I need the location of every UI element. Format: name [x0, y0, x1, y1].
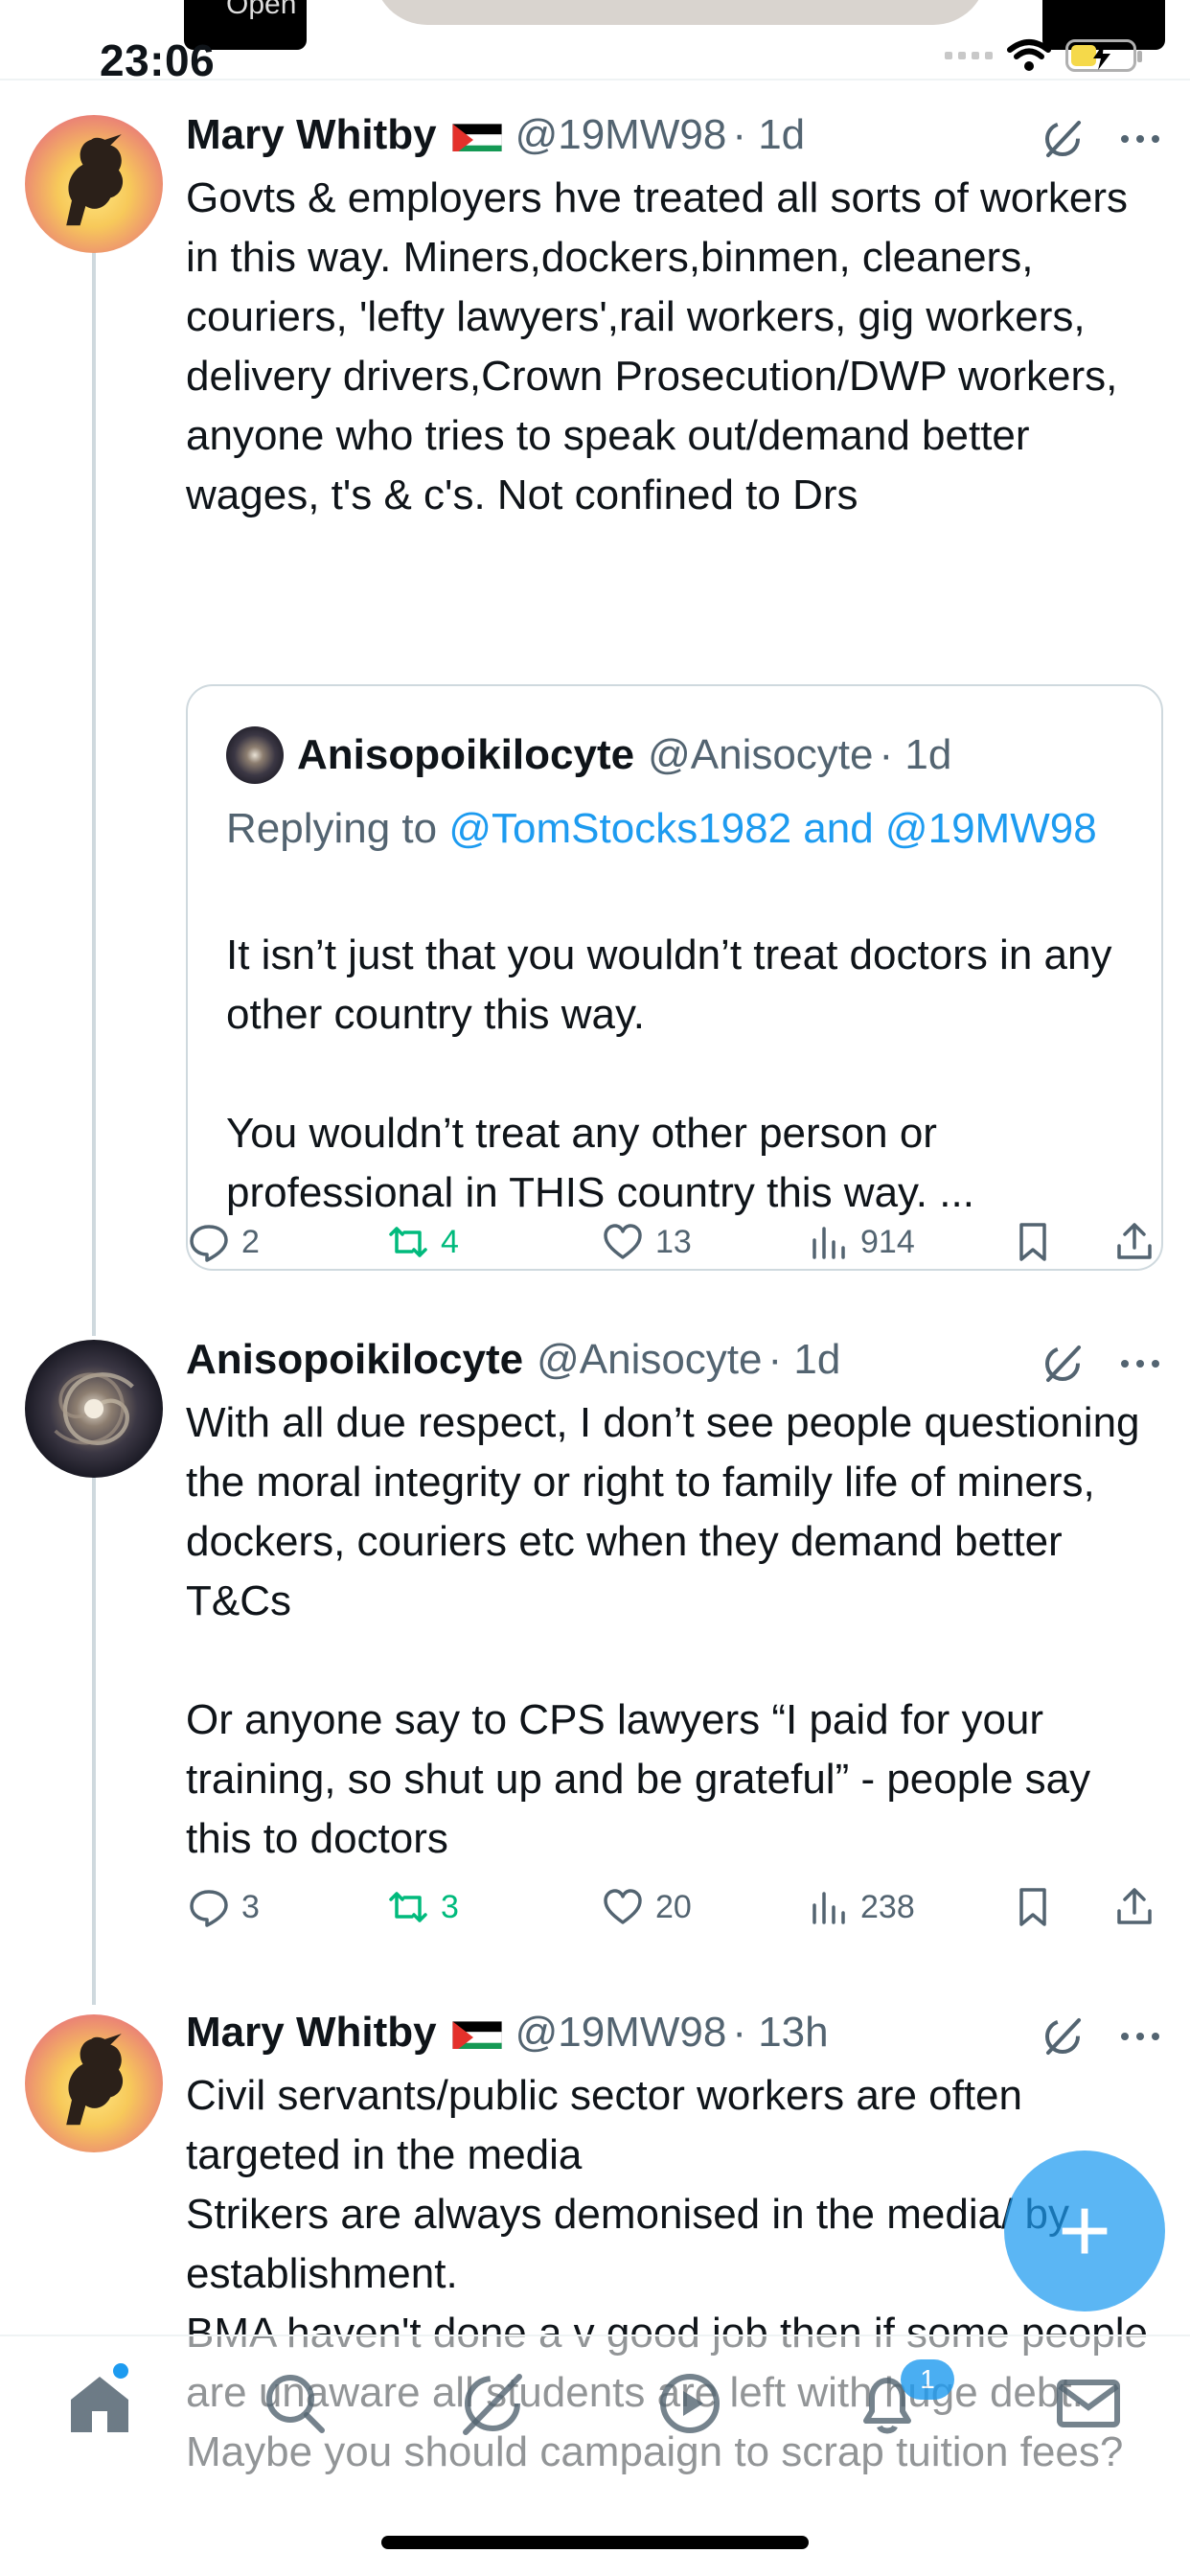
like-count: 20	[655, 1888, 692, 1925]
repost-button[interactable]: 4	[385, 1219, 459, 1265]
compose-button[interactable]: +	[1004, 2150, 1165, 2312]
views-button[interactable]: 914	[805, 1219, 915, 1265]
tweet[interactable]: Mary Whitby @19MW98 · 1d Govts & employe…	[0, 80, 1190, 1317]
repost-count: 3	[441, 1888, 459, 1925]
avatar[interactable]	[25, 1340, 163, 1478]
repost-icon	[389, 1892, 427, 1922]
play-icon	[660, 2374, 720, 2433]
repost-button[interactable]: 3	[385, 1884, 459, 1930]
palestine-flag-icon	[451, 119, 502, 151]
views-icon	[812, 1892, 845, 1924]
more-options-icon[interactable]	[1119, 2031, 1161, 2042]
share-button[interactable]	[1111, 1884, 1157, 1930]
tweet-time: · 1d	[767, 1336, 841, 1383]
share-button[interactable]	[1111, 1219, 1157, 1265]
author-handle[interactable]: @19MW98	[515, 111, 727, 159]
grok-icon[interactable]	[1041, 117, 1085, 161]
reply-button[interactable]: 3	[186, 1884, 260, 1930]
like-button[interactable]: 20	[600, 1884, 692, 1930]
tweet-text: Govts & employers hve treated all sorts …	[186, 174, 1140, 518]
open-label: Open	[226, 0, 297, 20]
nav-home[interactable]	[61, 2365, 138, 2442]
reply-icon	[190, 1225, 228, 1262]
reply-count: 2	[241, 1223, 260, 1260]
bookmark-icon	[1019, 1888, 1046, 1926]
battery-icon	[1065, 39, 1142, 72]
views-count: 914	[860, 1223, 915, 1260]
heart-icon	[604, 1224, 642, 1259]
nav-messages[interactable]	[1050, 2365, 1127, 2442]
author-name[interactable]: Mary Whitby	[186, 2009, 437, 2057]
home-unread-dot	[113, 2363, 128, 2379]
share-icon	[1117, 1223, 1152, 1259]
home-indicator	[381, 2536, 809, 2549]
grok-icon[interactable]	[1041, 2014, 1085, 2058]
heart-icon	[604, 1889, 642, 1924]
bookmark-button[interactable]	[1010, 1884, 1056, 1930]
quote-author-handle: @Anisocyte	[648, 731, 874, 778]
more-options-icon[interactable]	[1119, 133, 1161, 145]
tweet-actions: 2 4 13 914	[186, 1219, 1163, 1276]
replying-to: Replying to @TomStocks1982 and @19MW98	[226, 797, 1127, 861]
avatar[interactable]	[25, 2014, 163, 2152]
search-icon	[266, 2375, 325, 2433]
quote-avatar	[226, 726, 284, 784]
nav-search[interactable]	[257, 2365, 333, 2442]
home-icon	[71, 2377, 128, 2432]
views-icon	[812, 1227, 845, 1259]
replying-prefix: Replying to	[226, 805, 449, 852]
grok-icon[interactable]	[1041, 1342, 1085, 1386]
views-button[interactable]: 238	[805, 1884, 915, 1930]
repost-icon	[389, 1227, 427, 1257]
like-count: 13	[655, 1223, 692, 1260]
tweet-time: · 1d	[732, 111, 806, 158]
avatar[interactable]	[25, 115, 163, 253]
notification-badge: 1	[901, 2359, 954, 2400]
tweet[interactable]: Anisopoikilocyte @Anisocyte · 1d With al…	[0, 1317, 1190, 1988]
media-preview-edge	[374, 0, 987, 25]
repost-count: 4	[441, 1223, 459, 1260]
tweet-text: With all due respect, I don’t see people…	[186, 1399, 1140, 1862]
author-handle[interactable]: @19MW98	[515, 2009, 727, 2057]
reply-icon	[190, 1890, 228, 1927]
tweet-time: · 13h	[732, 2009, 829, 2056]
author-handle[interactable]: @Anisocyte	[537, 1336, 762, 1384]
quoted-tweet[interactable]: Anisopoikilocyte @Anisocyte · 1d Replyin…	[186, 684, 1163, 1271]
bookmark-icon	[1019, 1223, 1046, 1261]
quote-time: · 1d	[879, 731, 952, 778]
like-button[interactable]: 13	[600, 1219, 692, 1265]
quote-text: It isn’t just that you wouldn’t treat do…	[226, 932, 1112, 1216]
author-name[interactable]: Mary Whitby	[186, 111, 437, 159]
tweet-actions: 3 3 20 238	[186, 1884, 1163, 1942]
grok-icon	[463, 2374, 522, 2435]
author-name[interactable]: Anisopoikilocyte	[186, 1336, 523, 1384]
replying-mentions[interactable]: @TomStocks1982 and @19MW98	[448, 805, 1096, 852]
more-options-icon[interactable]	[1119, 1358, 1161, 1369]
share-icon	[1117, 1888, 1152, 1924]
compose-plus-label: +	[1057, 2179, 1112, 2282]
nav-video[interactable]	[652, 2365, 728, 2442]
views-count: 238	[860, 1888, 915, 1925]
quote-author-name: Anisopoikilocyte	[297, 731, 635, 778]
status-time: 23:06	[100, 35, 216, 85]
reply-button[interactable]: 2	[186, 1219, 260, 1265]
reply-count: 3	[241, 1888, 260, 1925]
bookmark-button[interactable]	[1010, 1219, 1056, 1265]
palestine-flag-icon	[451, 2016, 502, 2049]
status-icons	[945, 38, 1142, 73]
mail-icon	[1057, 2380, 1120, 2427]
cellular-signal-icon	[945, 52, 993, 59]
wifi-icon	[1007, 39, 1051, 71]
status-bar: Open 23:06	[0, 0, 1190, 85]
nav-grok[interactable]	[454, 2365, 531, 2442]
